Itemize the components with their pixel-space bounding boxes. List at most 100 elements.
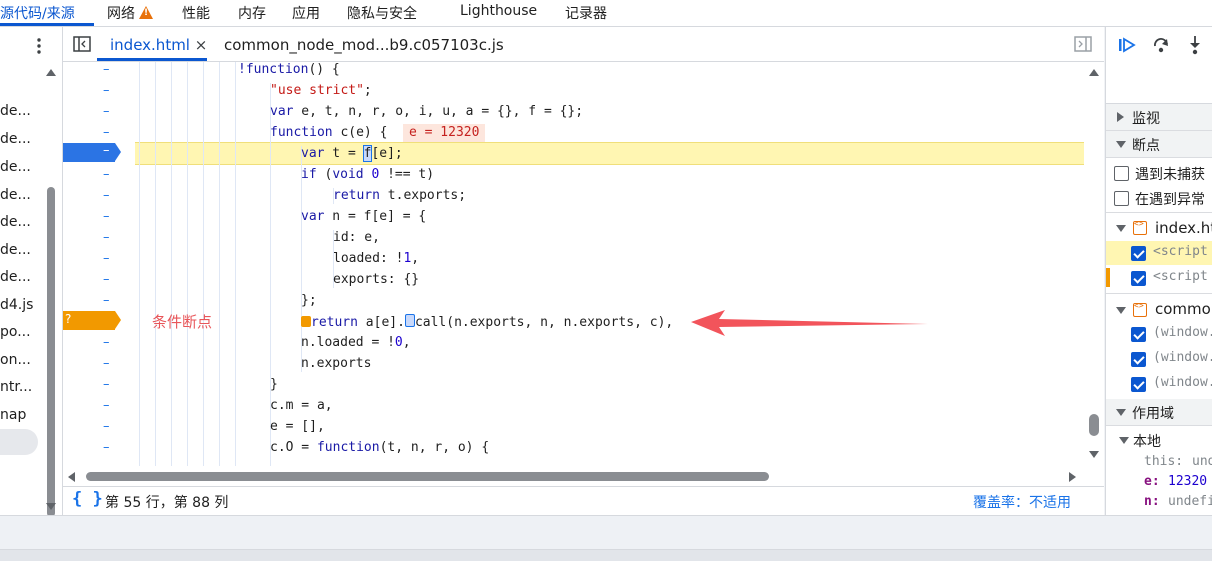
gutter-mark[interactable]: – [103, 251, 110, 266]
code-line: var n = f[e] = { [301, 209, 427, 224]
active-editor-tab-indicator [97, 58, 207, 61]
tab-network[interactable]: 网络 [107, 3, 153, 23]
gutter-mark[interactable]: – [103, 377, 110, 392]
sidebar-toggle-icon [73, 36, 91, 52]
tab-application[interactable]: 应用 [292, 3, 320, 23]
gutter-mark[interactable]: – [103, 62, 110, 77]
scroll-left-icon[interactable] [68, 472, 75, 482]
tab-lighthouse[interactable]: Lighthouse [460, 3, 537, 19]
coverage-value: 不适用 [1029, 495, 1071, 511]
code-editor[interactable]: – – – – – – – – – – – – – – – – – – ? 条件… [63, 62, 1104, 486]
collapse-arrow-icon[interactable] [1119, 437, 1129, 444]
gutter-mark[interactable]: – [103, 440, 110, 455]
gutter-mark[interactable]: – [103, 125, 110, 140]
gutter-mark[interactable]: – [103, 419, 110, 434]
navigator-item[interactable]: de... [0, 214, 31, 230]
drawer-bar [0, 515, 1212, 550]
navigator-more-menu[interactable] [34, 37, 44, 59]
gutter-mark[interactable]: – [103, 293, 110, 308]
breakpoint-checkbox[interactable] [1131, 246, 1146, 261]
gutter-mark[interactable]: – [103, 272, 110, 287]
breakpoint-marker-active[interactable]: – [63, 143, 121, 162]
code-line: return t.exports; [333, 188, 467, 203]
breakpoint-checkbox[interactable] [1131, 377, 1146, 392]
breakpoint-file-name[interactable]: common [1155, 300, 1212, 318]
editor-horizontal-scrollbar[interactable] [63, 466, 1104, 486]
code-line: e = [], [270, 419, 325, 434]
editor-scroll-up-icon[interactable] [1089, 69, 1099, 76]
navigator-item[interactable]: de... [0, 131, 31, 147]
gutter-mark[interactable]: – [103, 398, 110, 413]
breakpoint-code[interactable]: <script [1153, 244, 1208, 259]
gutter-mark[interactable]: – [103, 188, 110, 203]
editor-horizontal-scrollbar-thumb[interactable] [86, 472, 769, 481]
tab-privacy-security[interactable]: 隐私与安全 [347, 3, 417, 23]
navigator-item[interactable]: ntr... [0, 379, 32, 395]
gutter-mark[interactable]: – [103, 209, 110, 224]
local-scope-label[interactable]: 本地 [1133, 431, 1161, 451]
collapse-arrow-icon[interactable] [1116, 225, 1126, 232]
coverage-indicator[interactable]: 覆盖率：不适用 [973, 492, 1071, 512]
navigator-item[interactable]: d4.js [0, 297, 33, 313]
pause-uncaught-checkbox[interactable] [1114, 166, 1129, 181]
navigator-item[interactable]: de... [0, 242, 31, 258]
breakpoint-checkbox[interactable] [1131, 327, 1146, 342]
step-into-button[interactable] [1187, 35, 1203, 59]
more-vertical-icon [37, 38, 41, 54]
gutter-mark[interactable]: – [103, 230, 110, 245]
breakpoint-code[interactable]: <script [1153, 269, 1208, 284]
tab-sources[interactable]: 源代码/来源 [0, 3, 75, 23]
editor-tab-common-js[interactable]: common_node_mod...b9.c057103c.js [224, 36, 504, 54]
gutter-mark[interactable]: – [103, 104, 110, 119]
tab-performance[interactable]: 性能 [182, 3, 210, 23]
gutter-mark[interactable]: – [103, 335, 110, 350]
scroll-right-icon[interactable] [1069, 472, 1076, 482]
editor-scroll-down-icon[interactable] [1089, 451, 1099, 458]
code-line-conditional: return a[e]. call(n.exports, n, n.exports… [301, 314, 673, 330]
breakpoint-file-name[interactable]: index.ht [1155, 219, 1212, 237]
code-line: n.loaded = !0, [301, 335, 411, 350]
navigator-item[interactable]: de... [0, 187, 31, 203]
navigator-item[interactable]: de... [0, 269, 31, 285]
breakpoint-code[interactable]: (window. [1153, 325, 1212, 340]
tab-recorder[interactable]: 记录器 [565, 3, 607, 23]
scroll-up-icon[interactable] [46, 69, 56, 76]
gutter-mark[interactable]: – [103, 167, 110, 182]
navigator-item[interactable]: po... [0, 324, 31, 340]
breakpoint-marker-conditional[interactable]: ? [63, 311, 121, 330]
navigator-item[interactable]: de... [0, 159, 31, 175]
navigator-item[interactable]: on... [0, 352, 31, 368]
scroll-down-icon[interactable] [46, 503, 56, 510]
toggle-debugger-button[interactable] [1074, 36, 1092, 56]
step-over-button[interactable] [1152, 36, 1170, 58]
toggle-navigator-button[interactable] [73, 36, 91, 56]
breakpoint-checkbox[interactable] [1131, 352, 1146, 367]
editor-status-bar: { } 第 55 行，第 88 列 覆盖率：不适用 [63, 486, 1104, 516]
scope-section-header[interactable]: 作用域 [1106, 399, 1212, 426]
gutter-mark[interactable]: – [103, 356, 110, 371]
watch-section-header[interactable]: 监视 [1106, 104, 1212, 131]
pretty-print-icon[interactable]: { } [72, 489, 103, 509]
pause-caught-checkbox[interactable] [1114, 191, 1129, 206]
code-line: loaded: !1, [333, 251, 420, 266]
breakpoint-code[interactable]: (window. [1153, 375, 1212, 390]
editor-vertical-scrollbar-thumb[interactable] [1089, 414, 1099, 436]
editor-tab-label: index.html [110, 36, 190, 54]
step-into-icon [1190, 36, 1200, 55]
breakpoint-checkbox[interactable] [1131, 271, 1146, 286]
close-icon[interactable]: × [195, 36, 208, 54]
file-navigator: de... de... de... de... de... de... de..… [0, 27, 63, 515]
breakpoints-section-header[interactable]: 断点 [1106, 131, 1212, 158]
tab-memory[interactable]: 内存 [238, 3, 266, 23]
code-line: } [270, 377, 278, 392]
step-over-icon [1154, 38, 1168, 53]
resume-button[interactable] [1118, 37, 1136, 57]
gutter-mark[interactable]: – [103, 83, 110, 98]
editor-tab-index-html[interactable]: index.html × [110, 36, 207, 54]
navigator-scrollbar-thumb[interactable] [47, 187, 55, 515]
collapse-arrow-icon[interactable] [1116, 307, 1126, 314]
navigator-item[interactable]: de... [0, 103, 31, 119]
code-line: function c(e) { [270, 125, 388, 140]
breakpoint-code[interactable]: (window. [1153, 350, 1212, 365]
navigator-item[interactable]: nap [0, 407, 26, 423]
